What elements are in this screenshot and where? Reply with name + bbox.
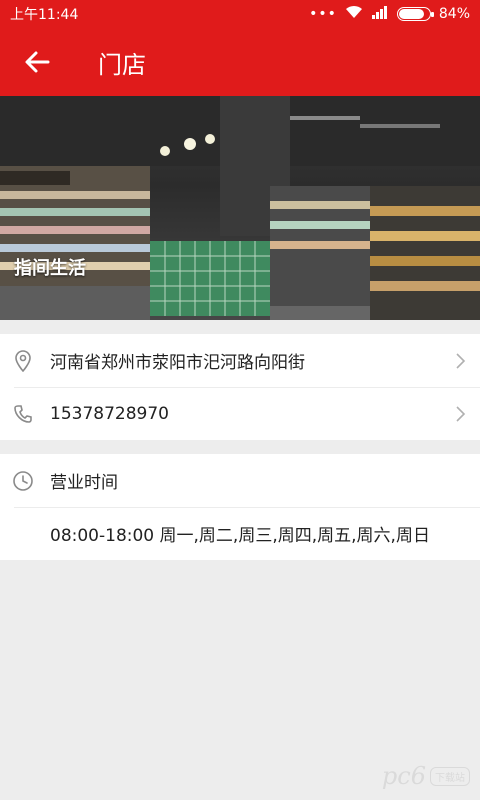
- chevron-right-icon: [456, 405, 466, 422]
- battery-percent: 84%: [438, 6, 470, 22]
- status-bar: 上午11:44 ••• 84%: [0, 0, 480, 28]
- signal-icon: [371, 5, 389, 23]
- status-time: 上午11:44: [10, 7, 79, 23]
- phone-row[interactable]: 15378728970: [0, 387, 480, 440]
- supermarket-photo: [0, 96, 480, 320]
- location-pin-icon: [12, 349, 34, 372]
- store-hero-image: 指间生活: [0, 96, 480, 320]
- back-button[interactable]: [0, 28, 74, 96]
- hours-value-row: 08:00-18:00 周一,周二,周三,周四,周五,周六,周日: [0, 507, 480, 560]
- status-icons: ••• 84%: [309, 5, 470, 23]
- battery-icon: [396, 7, 434, 21]
- hours-value: 08:00-18:00 周一,周二,周三,周四,周五,周六,周日: [50, 526, 430, 546]
- chevron-right-icon: [456, 352, 466, 369]
- app-bar: 门店: [0, 28, 480, 96]
- arrow-left-icon: [25, 51, 50, 73]
- phone-icon: [12, 403, 34, 425]
- watermark-logo: pc6 下载站: [382, 762, 470, 790]
- wifi-icon: [345, 5, 363, 23]
- watermark-brand: pc6: [381, 762, 426, 790]
- clock-icon: [12, 470, 34, 492]
- page-title: 门店: [98, 50, 146, 79]
- battery-fill: [398, 9, 425, 19]
- watermark-sub: 下载站: [430, 766, 470, 786]
- store-name: 指间生活: [14, 258, 86, 279]
- hours-card: 营业时间 08:00-18:00 周一,周二,周三,周四,周五,周六,周日: [0, 454, 480, 560]
- more-dots-icon: •••: [309, 6, 337, 22]
- store-screen: 上午11:44 ••• 84% 门店 指间生活 河南省郑州市荥阳市汜河路向阳街 …: [0, 0, 480, 800]
- address-text: 河南省郑州市荥阳市汜河路向阳街: [50, 353, 305, 373]
- address-row[interactable]: 河南省郑州市荥阳市汜河路向阳街: [0, 334, 480, 387]
- hours-header-row: 营业时间: [0, 454, 480, 507]
- contact-card: 河南省郑州市荥阳市汜河路向阳街 15378728970: [0, 334, 480, 440]
- phone-number: 15378728970: [50, 403, 169, 424]
- hours-label: 营业时间: [50, 473, 118, 493]
